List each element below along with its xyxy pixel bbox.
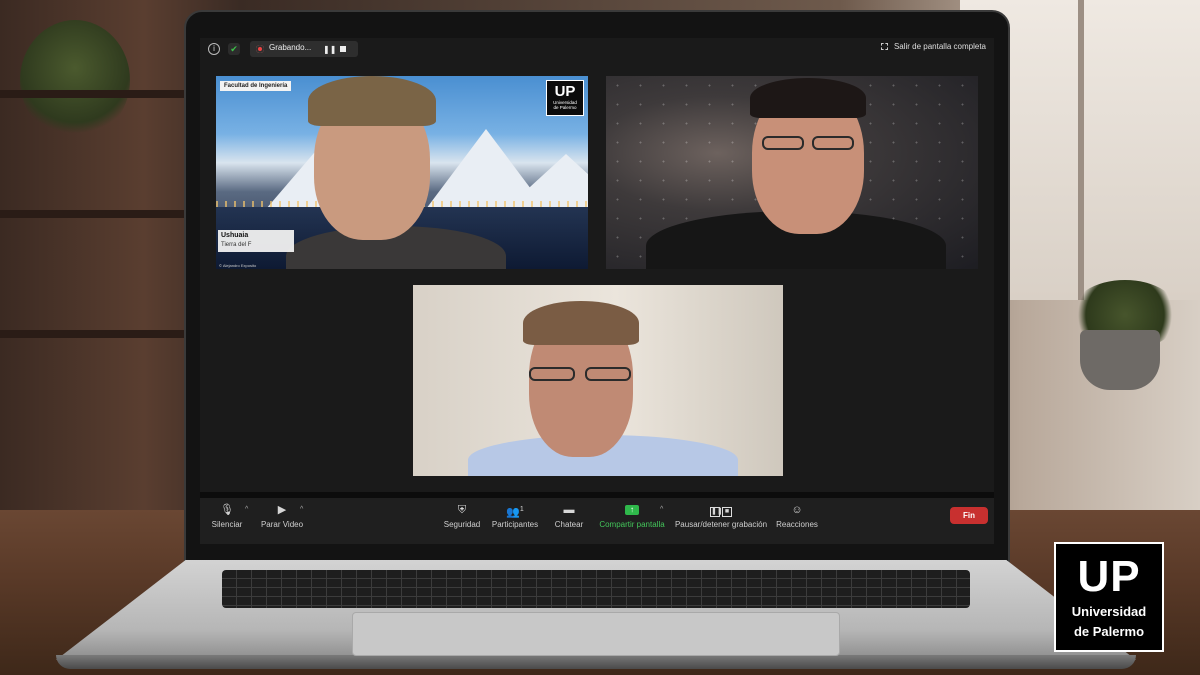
meeting-top-bar: i ✔ Grabando... ❚❚ Salir de pantalla com… [200, 38, 994, 60]
participants-button[interactable]: 👥1 Participantes [490, 504, 540, 529]
faculty-label: Facultad de Ingeniería [220, 81, 292, 91]
reactions-label: Reacciones [776, 520, 818, 529]
audio-options-chevron-icon[interactable]: ^ [245, 506, 248, 513]
location-caption: Ushuaia Tierra del F [218, 230, 294, 252]
glasses [812, 136, 854, 150]
background-plant [20, 20, 130, 140]
security-button[interactable]: ⛨ Seguridad [442, 504, 482, 529]
pause-stop-recording-icon: ❚❚ ■ [674, 504, 768, 517]
shield-check-icon[interactable]: ✔ [228, 43, 240, 55]
photo-credit: © Alejandro Exposito [219, 263, 257, 268]
security-label: Seguridad [443, 520, 481, 529]
glasses [762, 136, 804, 150]
pause-icon[interactable]: ❚❚ [323, 45, 336, 54]
chat-bubble-icon: ▬ [563, 504, 575, 516]
window-frame [1078, 0, 1084, 300]
university-logo: UP Universidad de Palermo [546, 80, 584, 116]
chat-label: Chatear [554, 520, 584, 529]
video-tile-participant-1[interactable]: Facultad de Ingeniería UP Universidad de… [216, 76, 588, 269]
recording-indicator: Grabando... ❚❚ [250, 41, 358, 57]
brand-mark: UP [1077, 552, 1141, 601]
zoom-meeting-window: i ✔ Grabando... ❚❚ Salir de pantalla com… [200, 38, 994, 544]
university-brand-badge: UP Universidad de Palermo [1054, 542, 1164, 652]
security-shield-icon: ⛨ [457, 504, 467, 516]
plant-pot [1080, 330, 1160, 390]
participants-count: 1 [519, 506, 524, 513]
reactions-emoji-icon: ☺ [791, 504, 803, 516]
participants-label: Participantes [491, 520, 539, 529]
video-camera-icon: ▶ [277, 504, 287, 516]
participant-hair [750, 78, 866, 118]
location-subtitle: Tierra del F [221, 242, 252, 248]
laptop-trackpad [352, 612, 840, 656]
university-logo-mark: UP [554, 83, 576, 100]
mute-button[interactable]: 🎙 Silenciar [210, 504, 244, 529]
microphone-icon: 🎙 [220, 504, 234, 516]
exit-fullscreen-label: Salir de pantalla completa [893, 42, 986, 51]
video-tile-participant-2[interactable] [606, 76, 978, 269]
university-logo-name: de Palermo [553, 105, 577, 110]
laptop-keyboard [222, 570, 970, 608]
participant-hair [523, 301, 639, 345]
video-tile-participant-3[interactable] [413, 285, 783, 476]
stop-video-button[interactable]: ▶ Parar Video [260, 504, 304, 529]
chat-button[interactable]: ▬ Chatear [552, 504, 586, 529]
background-shelf [0, 90, 185, 98]
recording-dot-icon [256, 45, 264, 53]
share-screen-label: Compartir pantalla [599, 520, 665, 529]
location-title: Ushuaia [221, 232, 249, 239]
glasses [585, 367, 631, 381]
recording-label: Grabando... [269, 43, 312, 52]
end-meeting-button[interactable]: Fin [950, 507, 988, 524]
background-shelf [0, 210, 185, 218]
reactions-button[interactable]: ☺ Reacciones [776, 504, 818, 529]
video-options-chevron-icon[interactable]: ^ [300, 506, 303, 513]
info-icon[interactable]: i [208, 43, 220, 55]
mute-label: Silenciar [211, 520, 243, 529]
exit-fullscreen-icon [880, 43, 888, 50]
share-screen-button[interactable]: ↑ Compartir pantalla [598, 504, 666, 529]
stop-video-label: Parar Video [260, 520, 304, 529]
exit-fullscreen-button[interactable]: Salir de pantalla completa [880, 42, 986, 51]
brand-name-line-2: de Palermo [1073, 624, 1145, 639]
glasses [529, 367, 575, 381]
brand-name-line-1: Universidad [1071, 604, 1147, 619]
pause-stop-recording-label: Pausar/detener grabación [674, 520, 768, 529]
stop-icon[interactable] [340, 46, 346, 52]
share-options-chevron-icon[interactable]: ^ [660, 506, 663, 513]
pause-stop-recording-button[interactable]: ❚❚ ■ Pausar/detener grabación [674, 504, 768, 529]
participant-hair [308, 76, 436, 126]
background-shelf [0, 330, 185, 338]
participants-icon: 👥1 [506, 506, 524, 519]
meeting-controls-toolbar: 🎙 Silenciar ^ ▶ Parar Video ^ ⛨ Segurida… [200, 498, 994, 544]
laptop-base-edge [56, 655, 1136, 669]
share-screen-arrow-icon: ↑ [625, 505, 639, 515]
